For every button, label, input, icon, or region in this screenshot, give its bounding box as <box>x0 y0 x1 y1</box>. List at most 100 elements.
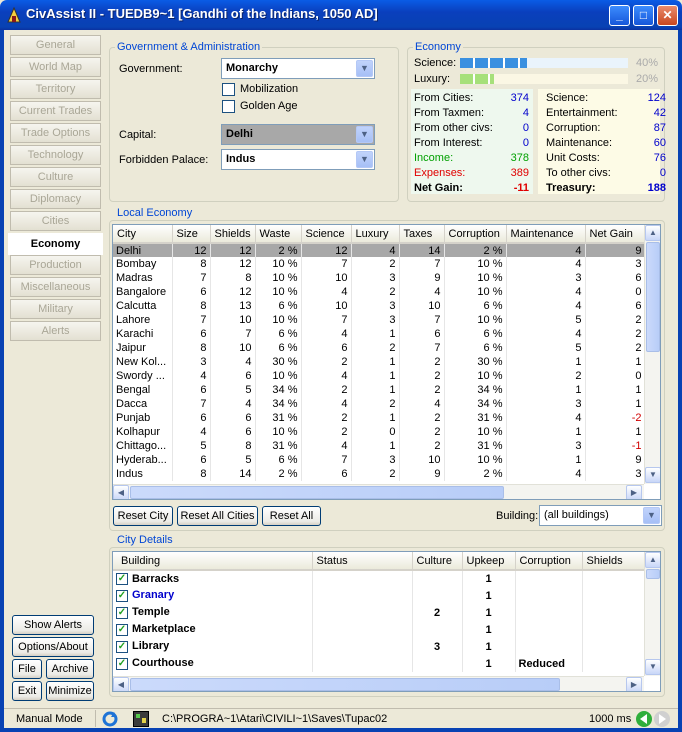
column-header-maintenance[interactable]: Maintenance <box>506 225 586 244</box>
building-select[interactable]: (all buildings) ▼ <box>539 505 662 526</box>
minimize-window-button[interactable]: _ <box>609 5 630 26</box>
table-row[interactable]: New Kol... 3 4 30 % 2 1 2 30 % 1 1 <box>113 355 646 369</box>
hscroll-thumb[interactable] <box>130 678 560 691</box>
mobilization-checkbox[interactable] <box>222 83 235 96</box>
scroll-left-icon[interactable]: ◀ <box>113 677 129 691</box>
nav-item-production[interactable]: Production <box>10 255 101 275</box>
column-header-status[interactable]: Status <box>312 552 413 571</box>
scroll-thumb[interactable] <box>646 569 660 579</box>
reset-all-cities-button[interactable]: Reset All Cities <box>177 506 258 526</box>
table-row[interactable]: Hyderab... 6 5 6 % 7 3 10 10 % 1 9 <box>113 453 646 467</box>
building-row[interactable]: ✓ Marketplace 1 <box>113 621 646 638</box>
table-row[interactable]: Bombay 8 12 10 % 7 2 7 10 % 4 3 <box>113 257 646 271</box>
column-header-size[interactable]: Size <box>172 225 211 244</box>
chevron-down-icon[interactable]: ▼ <box>643 507 660 524</box>
city-details-table[interactable]: Building Status Culture Upkeep Corruption Shi… <box>112 551 661 692</box>
column-header-waste[interactable]: Waste <box>255 225 302 244</box>
table-row[interactable]: Jaipur 8 10 6 % 6 2 7 6 % 5 2 <box>113 341 646 355</box>
scroll-up-icon[interactable]: ▲ <box>645 225 660 241</box>
column-header-taxes[interactable]: Taxes <box>399 225 445 244</box>
local-economy-table[interactable]: City Size Shields Waste Science Luxury Taxes Co… <box>112 224 661 500</box>
nav-item-current-trades[interactable]: Current Trades <box>10 101 101 121</box>
table-row[interactable]: Punjab 6 6 31 % 2 1 2 31 % 4 -2 <box>113 411 646 425</box>
archive-button[interactable]: Archive <box>46 659 94 679</box>
chevron-down-icon[interactable]: ▼ <box>356 60 373 77</box>
table-row[interactable]: Bangalore 6 12 10 % 4 2 4 10 % 4 0 <box>113 285 646 299</box>
golden-age-checkbox[interactable] <box>222 100 235 113</box>
chevron-down-icon[interactable]: ▼ <box>356 151 373 168</box>
map-icon[interactable] <box>133 711 149 727</box>
table-row[interactable]: Kolhapur 4 6 10 % 2 0 2 10 % 1 1 <box>113 425 646 439</box>
luxury-rate-slider[interactable] <box>460 74 628 84</box>
table-row[interactable]: Chittago... 5 8 31 % 4 1 2 31 % 3 -1 <box>113 439 646 453</box>
column-header-corruption[interactable]: Corruption <box>515 552 583 571</box>
building-checkbox[interactable]: ✓ <box>116 623 128 636</box>
nav-item-technology[interactable]: Technology <box>10 145 101 165</box>
local-economy-hscroll[interactable]: ◀ ▶ <box>113 484 644 499</box>
nav-item-cities[interactable]: Cities <box>10 211 101 231</box>
scroll-down-icon[interactable]: ▼ <box>645 659 660 675</box>
column-header-corruption[interactable]: Corruption <box>444 225 507 244</box>
reset-all-button[interactable]: Reset All <box>262 506 321 526</box>
scroll-right-icon[interactable]: ▶ <box>626 485 642 499</box>
play-forward-icon[interactable] <box>654 711 670 727</box>
city-details-hscroll[interactable]: ◀ ▶ <box>113 676 644 691</box>
reset-city-button[interactable]: Reset City <box>113 506 173 526</box>
column-header-culture[interactable]: Culture <box>412 552 463 571</box>
building-checkbox[interactable]: ✓ <box>116 589 128 602</box>
show-alerts-button[interactable]: Show Alerts <box>12 615 94 635</box>
table-row[interactable]: Swordy ... 4 6 10 % 4 1 2 10 % 2 0 <box>113 369 646 383</box>
table-row[interactable]: Indus 8 14 2 % 6 2 9 2 % 4 3 <box>113 467 646 481</box>
column-header-science[interactable]: Science <box>301 225 352 244</box>
government-select[interactable]: Monarchy ▼ <box>221 58 375 79</box>
scroll-right-icon[interactable]: ▶ <box>626 677 642 691</box>
building-row[interactable]: ✓ Granary 1 <box>113 587 646 604</box>
refresh-icon[interactable] <box>102 711 118 727</box>
table-row[interactable]: Lahore 7 10 10 % 7 3 7 10 % 5 2 <box>113 313 646 327</box>
nav-item-diplomacy[interactable]: Diplomacy <box>10 189 101 209</box>
title-bar[interactable]: CivAssist II - TUEDB9~1 [Gandhi of the I… <box>0 0 682 30</box>
capital-select[interactable]: Delhi ▼ <box>221 124 375 145</box>
building-checkbox[interactable]: ✓ <box>116 573 128 586</box>
table-row[interactable]: Karachi 6 7 6 % 4 1 6 6 % 4 2 <box>113 327 646 341</box>
building-row[interactable]: ✓ Courthouse 1 Reduced <box>113 655 646 672</box>
column-header-building[interactable]: Building <box>113 552 313 571</box>
exit-button[interactable]: Exit <box>12 681 42 701</box>
science-rate-slider[interactable] <box>460 58 628 68</box>
building-checkbox[interactable]: ✓ <box>116 606 128 619</box>
column-header-shields[interactable]: Shields <box>210 225 256 244</box>
city-details-vscroll[interactable]: ▲ ▼ <box>644 552 660 676</box>
hscroll-thumb[interactable] <box>130 486 504 499</box>
close-window-button[interactable]: ✕ <box>657 5 678 26</box>
table-row[interactable]: Calcutta 8 13 6 % 10 3 10 6 % 4 6 <box>113 299 646 313</box>
nav-item-culture[interactable]: Culture <box>10 167 101 187</box>
table-row[interactable]: Madras 7 8 10 % 10 3 9 10 % 3 6 <box>113 271 646 285</box>
building-row[interactable]: ✓ Barracks 1 <box>113 570 646 587</box>
file-button[interactable]: File <box>12 659 42 679</box>
column-header-net-gain[interactable]: Net Gain <box>585 225 646 244</box>
table-row[interactable]: Dacca 7 4 34 % 4 2 4 34 % 3 1 <box>113 397 646 411</box>
nav-item-alerts[interactable]: Alerts <box>10 321 101 341</box>
play-back-icon[interactable] <box>636 711 652 727</box>
nav-item-trade-options[interactable]: Trade Options <box>10 123 101 143</box>
column-header-city[interactable]: City <box>113 225 173 244</box>
local-economy-vscroll[interactable]: ▲ ▼ <box>644 225 660 484</box>
building-checkbox[interactable]: ✓ <box>116 640 128 653</box>
nav-item-economy[interactable]: Economy <box>8 233 103 255</box>
building-checkbox[interactable]: ✓ <box>116 657 128 670</box>
nav-item-miscellaneous[interactable]: Miscellaneous <box>10 277 101 297</box>
scroll-down-icon[interactable]: ▼ <box>645 467 660 483</box>
table-row[interactable]: Bengal 6 5 34 % 2 1 2 34 % 1 1 <box>113 383 646 397</box>
building-row[interactable]: ✓ Temple 2 1 <box>113 604 646 621</box>
nav-item-general[interactable]: General <box>10 35 101 55</box>
building-row[interactable]: ✓ Library 3 1 <box>113 638 646 655</box>
column-header-luxury[interactable]: Luxury <box>351 225 400 244</box>
scroll-left-icon[interactable]: ◀ <box>113 485 129 499</box>
table-row[interactable]: Delhi 12 12 2 % 12 4 14 2 % 4 9 <box>113 243 646 257</box>
column-header-upkeep[interactable]: Upkeep <box>462 552 516 571</box>
nav-item-world-map[interactable]: World Map <box>10 57 101 77</box>
minimize-button[interactable]: Minimize <box>46 681 94 701</box>
maximize-window-button[interactable]: □ <box>633 5 654 26</box>
options-about-button[interactable]: Options/About <box>12 637 94 657</box>
nav-item-territory[interactable]: Territory <box>10 79 101 99</box>
